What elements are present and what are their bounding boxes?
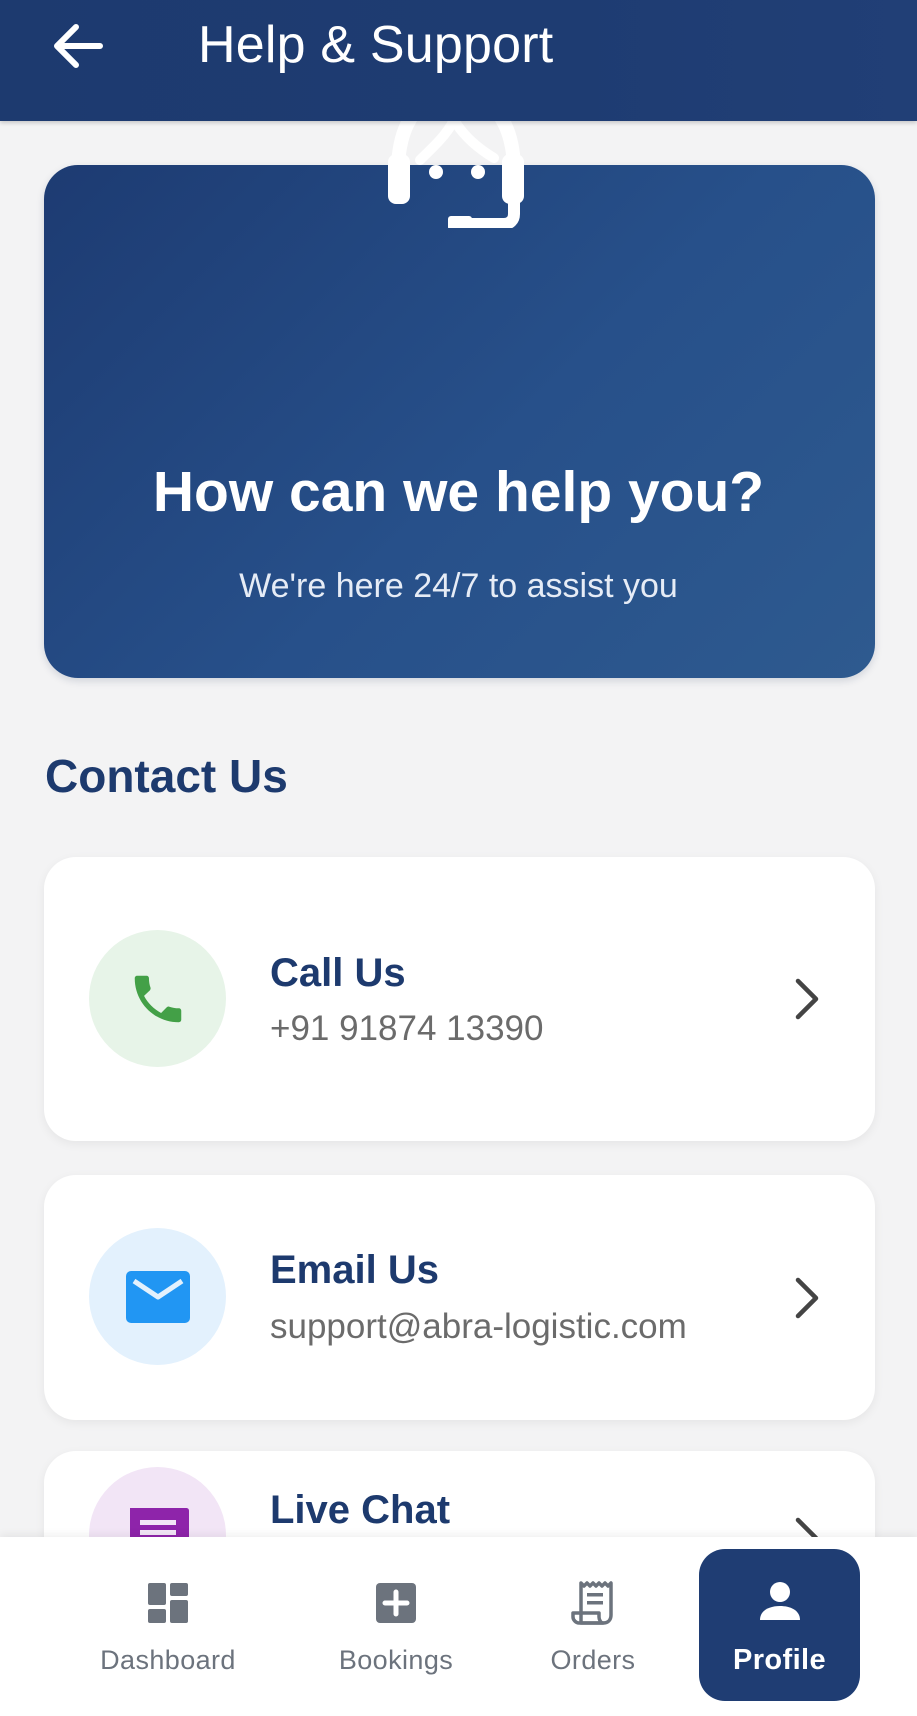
- nav-bookings-label: Bookings: [338, 1645, 454, 1675]
- call-us-title: Call Us: [270, 951, 406, 995]
- back-button[interactable]: [40, 14, 116, 78]
- help-heading: How can we help you?: [152, 460, 765, 524]
- live-chat-title: Live Chat: [270, 1488, 451, 1532]
- email-us-card[interactable]: Email Us support@abra-logistic.com: [44, 1175, 875, 1420]
- email-address: support@abra-logistic.com: [270, 1307, 687, 1346]
- email-us-title: Email Us: [270, 1248, 439, 1292]
- nav-bookings[interactable]: Bookings: [296, 1537, 496, 1716]
- nav-dashboard[interactable]: Dashboard: [68, 1537, 268, 1716]
- dashboard-icon: [148, 1583, 188, 1623]
- app-bar: Help & Support: [0, 0, 917, 121]
- nav-orders-label: Orders: [550, 1645, 636, 1675]
- mail-icon: [125, 1270, 190, 1323]
- nav-profile-label: Profile: [732, 1644, 827, 1676]
- receipt-icon: [571, 1581, 613, 1625]
- call-us-card[interactable]: Call Us +91 91874 13390: [44, 857, 875, 1141]
- arrow-left-icon: [54, 24, 103, 68]
- call-avatar: [89, 930, 226, 1067]
- call-us-phone: +91 91874 13390: [270, 1009, 544, 1048]
- phone-icon: [134, 975, 181, 1022]
- contact-section-title: Contact Us: [45, 750, 288, 802]
- page-title: Help & Support: [198, 16, 554, 74]
- email-avatar: [89, 1228, 226, 1365]
- person-icon: [759, 1582, 800, 1620]
- nav-orders[interactable]: Orders: [493, 1537, 693, 1716]
- chevron-right-icon: [795, 978, 819, 1020]
- bottom-navigation: Dashboard Bookings Orders Profile: [0, 1537, 917, 1716]
- chevron-right-icon: [795, 1277, 819, 1319]
- help-subheading: We're here 24/7 to assist you: [239, 567, 678, 605]
- add-box-icon: [376, 1583, 416, 1623]
- nav-profile[interactable]: Profile: [699, 1549, 860, 1701]
- nav-dashboard-label: Dashboard: [100, 1645, 236, 1675]
